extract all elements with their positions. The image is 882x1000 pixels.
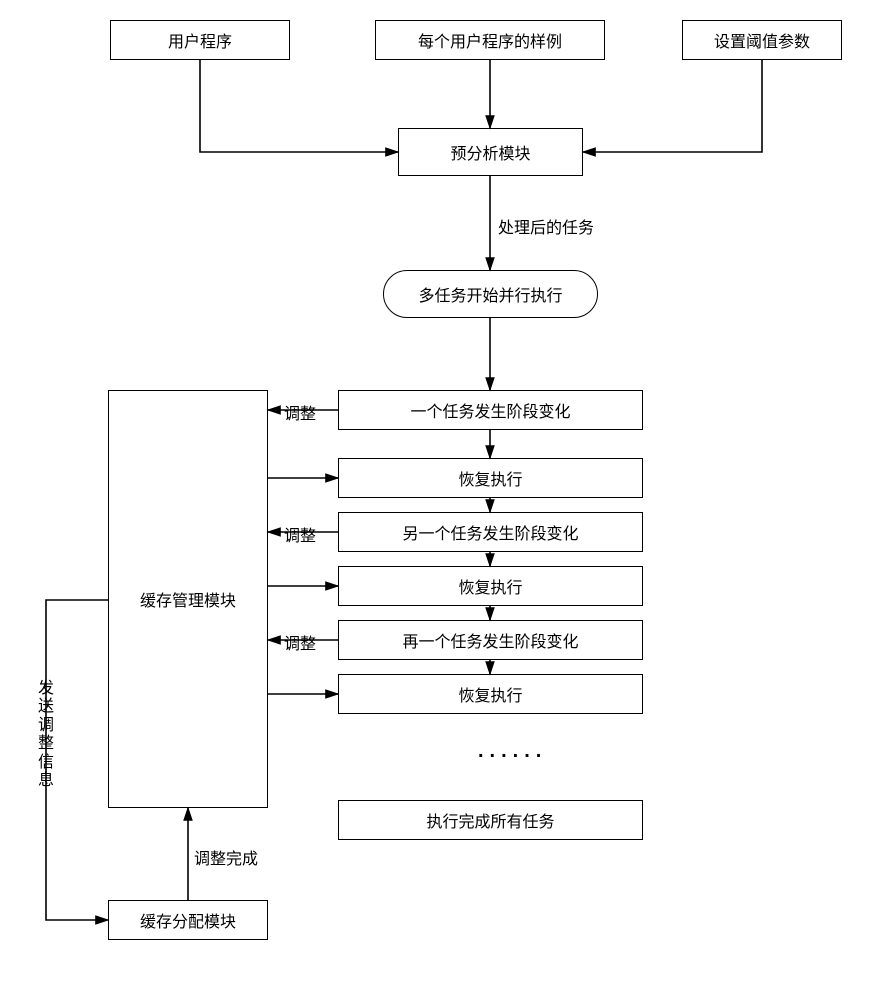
- node-cache-mgmt: 缓存管理模块: [108, 390, 268, 808]
- label-processed-task: 处理后的任务: [498, 214, 594, 238]
- text-samples: 每个用户程序的样例: [418, 28, 562, 52]
- node-threshold: 设置阈值参数: [682, 20, 842, 60]
- node-all-done: 执行完成所有任务: [338, 800, 643, 840]
- label-adjust-1: 调整: [284, 400, 316, 424]
- node-resume-2: 恢复执行: [338, 566, 643, 606]
- node-samples: 每个用户程序的样例: [375, 20, 605, 60]
- label-adjust-2: 调整: [284, 522, 316, 546]
- node-cache-alloc: 缓存分配模块: [108, 900, 268, 940]
- node-user-program: 用户程序: [110, 20, 290, 60]
- text-pre-analysis: 预分析模块: [450, 140, 530, 164]
- label-adjust-3: 调整: [284, 630, 316, 654]
- text-cache-alloc: 缓存分配模块: [140, 908, 236, 932]
- text-multitask-start: 多任务开始并行执行: [418, 282, 562, 306]
- node-resume-3: 恢复执行: [338, 674, 643, 714]
- text-threshold: 设置阈值参数: [714, 28, 810, 52]
- text-user-program: 用户程序: [168, 28, 232, 52]
- dots: ......: [478, 740, 547, 763]
- node-phase-1: 一个任务发生阶段变化: [338, 390, 643, 430]
- label-send-adjust-info: 发送调整信息: [36, 680, 56, 790]
- node-multitask-start: 多任务开始并行执行: [383, 270, 598, 318]
- node-phase-2: 另一个任务发生阶段变化: [338, 512, 643, 552]
- text-cache-mgmt: 缓存管理模块: [140, 587, 236, 611]
- node-resume-1: 恢复执行: [338, 458, 643, 498]
- node-phase-3: 再一个任务发生阶段变化: [338, 620, 643, 660]
- label-adjust-complete: 调整完成: [194, 845, 258, 869]
- node-pre-analysis: 预分析模块: [398, 128, 583, 176]
